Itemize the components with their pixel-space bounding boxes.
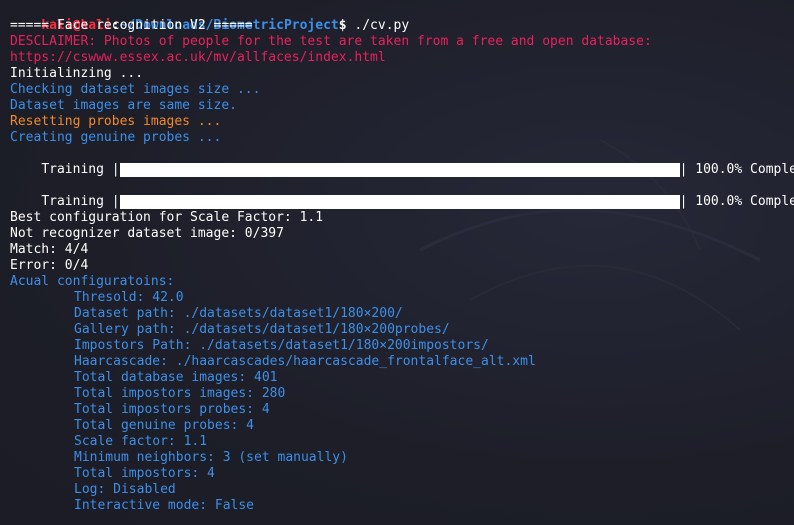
config-item: Haarcascade: ./haarcascades/haarcascade_… xyxy=(74,354,536,369)
progress-fill-1 xyxy=(119,163,680,177)
terminal-window[interactable]: kali@kali:~/Downloads/BiometricProject$ … xyxy=(0,0,794,525)
config-item: Scale factor: 1.1 xyxy=(74,434,208,449)
prompt-line: kali@kali:~/Downloads/BiometricProject$ … xyxy=(10,2,409,33)
same-size-line: Dataset images are same size. xyxy=(10,98,237,113)
progress-bar-2 xyxy=(119,195,680,209)
progress-pipe-right-2: | xyxy=(679,194,688,209)
prompt-command: ./cv.py xyxy=(346,18,410,33)
config-item: Interactive mode: False xyxy=(74,498,255,513)
config-item: Thresold: 42.0 xyxy=(74,290,184,305)
progress-percent-2: 100.0% xyxy=(695,194,743,209)
not-recognized-line: Not recognizer dataset image: 0/397 xyxy=(10,226,284,241)
progress-line-1: Training | | 100.0% Complete xyxy=(10,146,794,177)
resetting-line: Resetting probes images ... xyxy=(10,114,222,129)
prompt-sign: $ xyxy=(338,18,347,33)
disclaimer-line: DESCLAIMER: Photos of people for the tes… xyxy=(10,34,652,49)
config-item: Total genuine probes: 4 xyxy=(74,418,255,433)
config-item: Log: Disabled xyxy=(74,482,176,497)
progress-percent-1: 100.0% xyxy=(695,162,743,177)
progress-pipe-right-1: | xyxy=(679,162,688,177)
progress-status-2: Complete xyxy=(750,194,794,209)
progress-pipe-left-2: | xyxy=(111,194,120,209)
match-line: Match: 4/4 xyxy=(10,242,89,257)
config-title: Acual configuratoins: xyxy=(10,274,175,289)
best-config-line: Best configuration for Scale Factor: 1.1 xyxy=(10,210,324,225)
progress-label-1: Training xyxy=(41,162,104,177)
config-item: Total impostors: 4 xyxy=(74,466,215,481)
config-item: Minimum neighbors: 3 (set manually) xyxy=(74,450,348,465)
progress-pipe-left-1: | xyxy=(111,162,120,177)
progress-label-2: Training xyxy=(41,194,104,209)
config-item: Dataset path: ./datasets/dataset1/180×20… xyxy=(74,306,403,321)
progress-status-1: Complete xyxy=(750,162,794,177)
config-item: Total impostors probes: 4 xyxy=(74,402,270,417)
creating-line: Creating genuine probes ... xyxy=(10,130,222,145)
config-item: Impostors Path: ./datasets/dataset1/180×… xyxy=(74,338,489,353)
initializing-line: Initialinzing ... xyxy=(10,66,144,81)
header-line: ===== Face recognition V2 ===== xyxy=(10,18,253,33)
progress-line-2: Training | | 100.0% Complete xyxy=(10,178,794,209)
config-item: Total database images: 401 xyxy=(74,370,278,385)
progress-fill-2 xyxy=(119,195,680,209)
config-item: Total impostors images: 280 xyxy=(74,386,286,401)
error-line: Error: 0/4 xyxy=(10,258,89,273)
checking-line: Checking dataset images size ... xyxy=(10,82,261,97)
progress-bar-1 xyxy=(119,163,680,177)
disclaimer-url[interactable]: https://cswww.essex.ac.uk/mv/allfaces/in… xyxy=(10,50,386,66)
config-item: Gallery path: ./datasets/dataset1/180×20… xyxy=(74,322,450,337)
